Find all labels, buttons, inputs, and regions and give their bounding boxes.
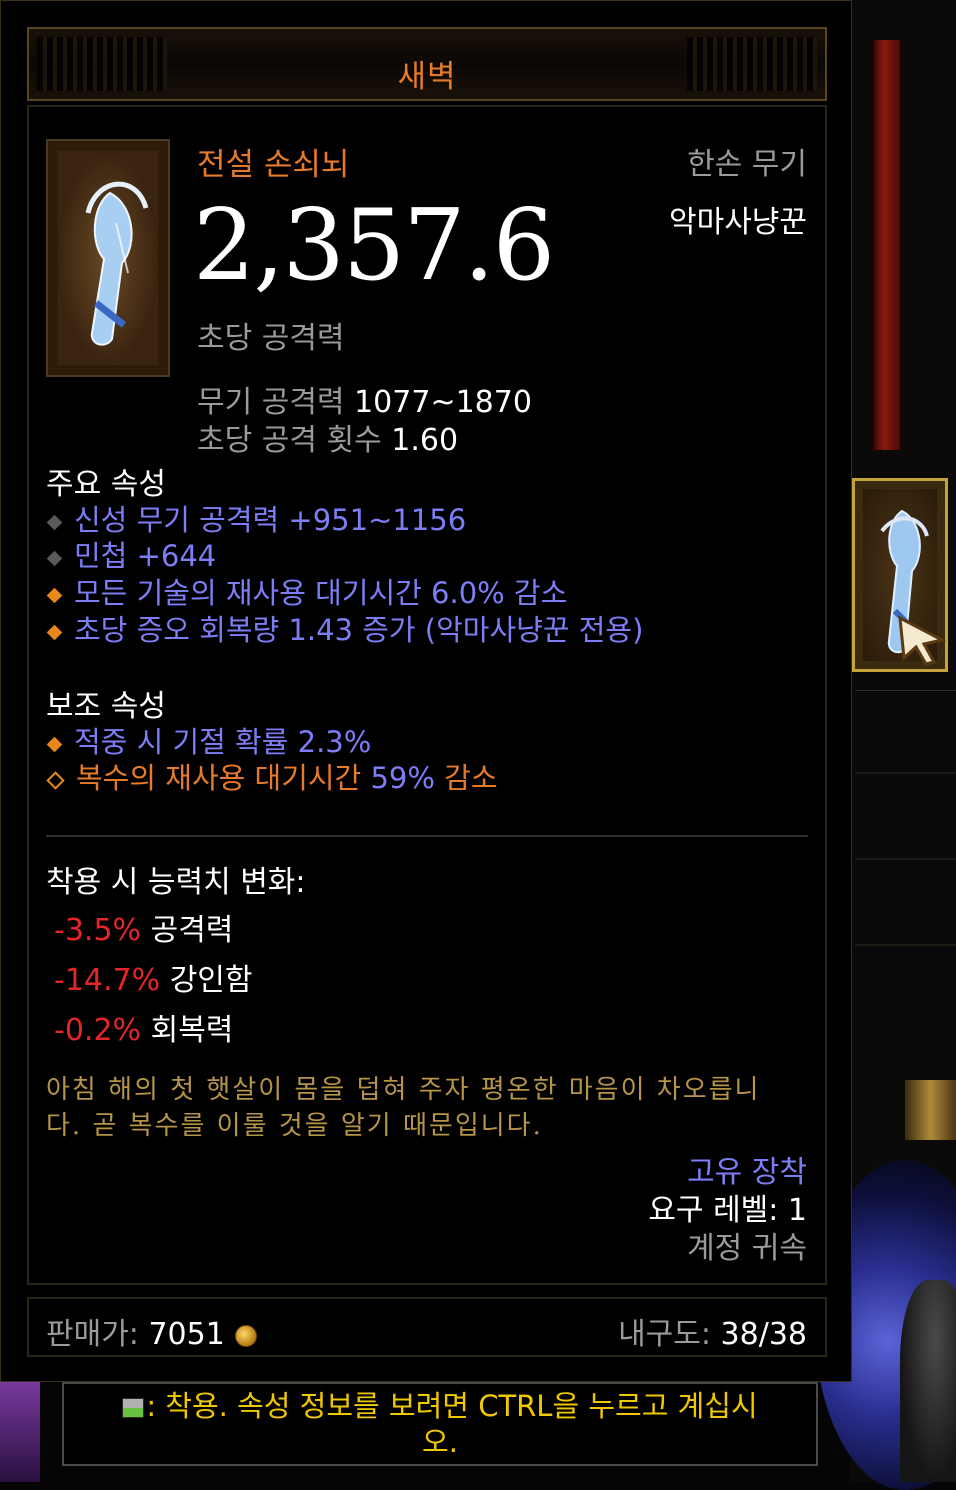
hint-text-line2: 오. <box>422 1425 458 1459</box>
primary-stat-text: 신성 무기 공격력 +951~1156 <box>74 503 467 537</box>
compare-row: -3.5% 공격력 <box>54 905 233 949</box>
compare-row: -14.7% 강인함 <box>54 955 253 999</box>
durability-label: 내구도: <box>618 1317 711 1352</box>
slot-divider <box>855 944 956 946</box>
control-hint: : 착용. 속성 정보를 보려면 CTRL을 누르고 계십시 오. <box>62 1382 818 1466</box>
compare-delta: -14.7% <box>54 963 161 998</box>
account-bound: 계정 귀속 <box>687 1231 807 1266</box>
keyboard-icon <box>122 1398 145 1418</box>
diamond-bullet-icon <box>46 624 63 640</box>
title-bar: 새벽 <box>27 27 827 101</box>
compare-header: 착용 시 능력치 변화: <box>46 865 306 900</box>
compare-stat: 회복력 <box>150 1013 234 1048</box>
compare-stat: 공격력 <box>150 913 234 948</box>
slot-divider <box>855 772 956 774</box>
attack-speed-label: 초당 공격 횟수 <box>197 423 382 458</box>
brass-ornament <box>905 1080 956 1140</box>
secondary-stat-text: 적중 시 기절 확률 2.3% <box>74 725 372 759</box>
attack-speed-value: 1.60 <box>391 423 459 458</box>
legendary-stat-suffix: 감소 <box>444 761 498 795</box>
sell-price-value: 7051 <box>148 1317 225 1352</box>
primary-stat-text: 민첩 +644 <box>74 539 217 573</box>
inventory-slot-column <box>855 690 956 1081</box>
hand-crossbow-icon <box>85 181 149 346</box>
flavor-text-line1: 아침 해의 첫 햇살이 몸을 덥혀 주자 평온한 마음이 차오릅니 <box>46 1075 761 1105</box>
primary-stat: 모든 기술의 재사용 대기시간 6.0% 감소 <box>46 570 568 612</box>
sell-price: 판매가: 7051 <box>46 1309 257 1353</box>
dps-value: 2,357.6 <box>193 189 555 303</box>
primary-stat: 민첩 +644 <box>46 533 217 575</box>
diamond-bullet-icon <box>46 770 65 790</box>
primary-stat: 초당 증오 회복량 1.43 증가 (악마사냥꾼 전용) <box>46 607 644 649</box>
health-column <box>872 40 902 450</box>
hint-text-line1: : 착용. 속성 정보를 보려면 CTRL을 누르고 계십시 <box>146 1389 758 1423</box>
dps-label: 초당 공격력 <box>197 321 345 356</box>
durability-value: 38/38 <box>720 1317 807 1352</box>
legendary-stat-value: 59% <box>370 761 435 795</box>
cursor-icon <box>898 615 947 666</box>
primary-stat-text: 초당 증오 회복량 1.43 증가 (악마사냥꾼 전용) <box>74 613 644 647</box>
diamond-bullet-icon <box>46 550 63 566</box>
compare-delta: -3.5% <box>54 913 142 948</box>
primary-stat-text: 모든 기술의 재사용 대기시간 6.0% 감소 <box>74 576 568 610</box>
diamond-bullet-icon <box>46 736 63 752</box>
item-icon-frame <box>46 139 170 377</box>
item-tooltip: 새벽 전설 손쇠뇌 한손 무기 악마사냥꾼 2,357.6 초당 공격력 무기 … <box>0 0 852 1382</box>
diamond-bullet-icon <box>46 514 63 530</box>
gold-coin-icon <box>234 1324 257 1347</box>
item-title: 새벽 <box>397 59 457 95</box>
armor-art <box>900 1280 956 1482</box>
portrait-art <box>0 1380 40 1482</box>
attack-speed-row: 초당 공격 횟수 1.60 <box>197 415 458 459</box>
item-type: 전설 손쇠뇌 <box>197 147 350 183</box>
compare-row: -0.2% 회복력 <box>54 1005 233 1049</box>
class-restriction: 악마사냥꾼 <box>669 205 807 240</box>
hint-line1: : 착용. 속성 정보를 보려면 CTRL을 누르고 계십시 <box>64 1388 816 1424</box>
compare-stat: 강인함 <box>169 963 253 998</box>
sell-price-label: 판매가: <box>46 1317 139 1352</box>
diamond-bullet-icon <box>46 587 63 603</box>
slot-divider <box>855 858 956 860</box>
durability: 내구도: 38/38 <box>618 1309 807 1353</box>
legendary-stat: 복수의 재사용 대기시간 59% 감소 <box>46 755 498 797</box>
compare-delta: -0.2% <box>54 1013 142 1048</box>
legendary-stat-text: 복수의 재사용 대기시간 <box>76 761 362 795</box>
flavor-text-line2: 다. 곧 복수를 이룰 것을 알기 때문입니다. <box>46 1111 543 1141</box>
section-divider <box>46 835 808 837</box>
item-slot: 한손 무기 <box>687 147 807 182</box>
